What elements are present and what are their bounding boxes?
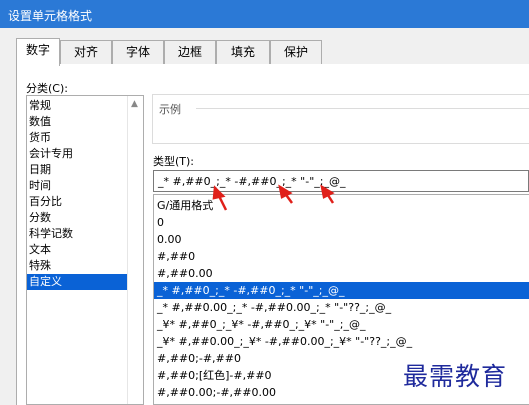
tab-number[interactable]: 数字 [16, 38, 60, 66]
red-arrow-icon [212, 185, 228, 211]
red-arrow-icon [320, 184, 335, 204]
red-arrow-icon [278, 184, 294, 204]
annotation-arrows [212, 184, 335, 211]
watermark-text: 最需教育 [403, 362, 508, 391]
